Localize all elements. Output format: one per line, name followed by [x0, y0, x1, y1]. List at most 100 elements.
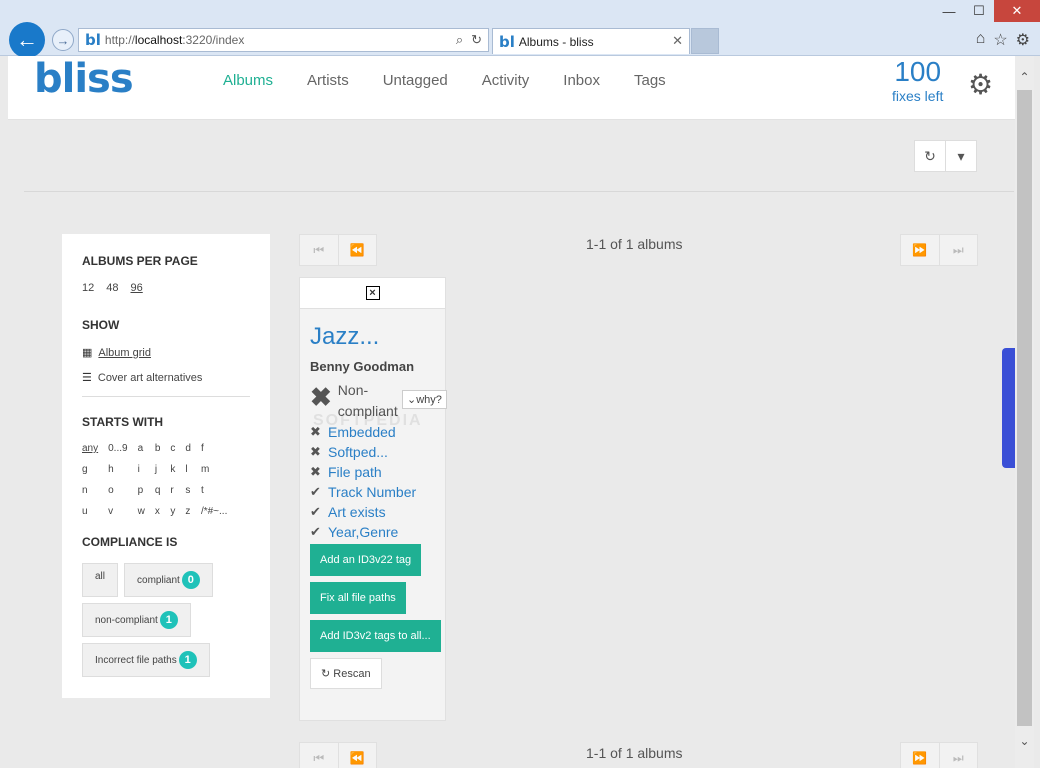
scroll-down-arrow-icon[interactable]: ⌄ — [1015, 734, 1034, 748]
close-tab-icon[interactable]: ✕ — [672, 33, 683, 49]
per-page-96[interactable]: 96 — [131, 282, 143, 294]
letter-g[interactable]: g — [82, 464, 98, 475]
per-page-12[interactable]: 12 — [82, 282, 94, 294]
letter-l[interactable]: l — [185, 464, 191, 475]
letter-y[interactable]: y — [170, 506, 175, 517]
watermark: SOFTPEDIA — [313, 412, 423, 429]
nav-untagged[interactable]: Untagged — [383, 72, 448, 89]
letter-t[interactable]: t — [201, 485, 227, 496]
letter-d[interactable]: d — [185, 443, 191, 454]
per-page-48[interactable]: 48 — [106, 282, 118, 294]
nav-artists[interactable]: Artists — [307, 72, 349, 89]
paths-count-badge: 1 — [178, 651, 197, 669]
album-count-bottom: 1-1 of 1 albums — [586, 745, 683, 761]
settings-gear-icon[interactable]: ⚙ — [968, 68, 993, 101]
next-page-button-bottom[interactable]: ⏩ — [901, 743, 940, 768]
scroll-up-arrow-icon[interactable]: ⌃ — [1015, 70, 1034, 84]
nav-albums[interactable]: Albums — [223, 72, 273, 89]
letter-v[interactable]: v — [108, 506, 127, 517]
pager-bottom-left: ⏮ ⏪ — [299, 742, 377, 768]
letter-s[interactable]: s — [185, 485, 191, 496]
check-softpedia[interactable]: ✖ Softped... — [310, 444, 435, 460]
check-art-exists[interactable]: ✔ Art exists — [310, 504, 435, 520]
check-file-path[interactable]: ✖ File path — [310, 464, 435, 480]
album-title[interactable]: Jazz... — [310, 323, 435, 351]
letter-c[interactable]: c — [170, 443, 175, 454]
why-button[interactable]: ⌄why? — [402, 390, 447, 409]
check-year-genre[interactable]: ✔ Year,Genre — [310, 524, 435, 540]
filter-paths-button[interactable]: Incorrect file paths 1 — [82, 643, 210, 677]
refresh-button[interactable]: ↻ — [915, 141, 946, 171]
letter-a[interactable]: a — [138, 443, 145, 454]
letter-b[interactable]: b — [155, 443, 161, 454]
search-icon[interactable]: ⌕ — [456, 32, 463, 48]
pager-top-left: ⏮ ⏪ — [299, 234, 377, 266]
album-cover[interactable]: × — [300, 278, 445, 309]
last-page-button-bottom[interactable]: ⏭ — [940, 743, 978, 768]
prev-page-button-bottom[interactable]: ⏪ — [339, 743, 377, 768]
logo[interactable]: bliss — [34, 56, 134, 102]
letter-digits[interactable]: 0...9 — [108, 443, 127, 454]
letter-i[interactable]: i — [138, 464, 145, 475]
letter-u[interactable]: u — [82, 506, 98, 517]
maximize-button[interactable]: ☐ — [964, 0, 994, 22]
first-page-button[interactable]: ⏮ — [300, 235, 339, 265]
last-page-button[interactable]: ⏭ — [940, 235, 978, 265]
letter-z[interactable]: z — [185, 506, 191, 517]
refresh-icon[interactable]: ↻ — [471, 32, 482, 48]
pager-top-right: ⏩ ⏭ — [900, 234, 978, 266]
rescan-button[interactable]: ↻ Rescan — [310, 658, 382, 689]
favorites-star-icon[interactable]: ☆ — [993, 30, 1007, 50]
address-bar[interactable]: bl http://localhost:3220/index ⌕ ↻ — [78, 28, 489, 52]
filter-noncompliant-button[interactable]: non-compliant 1 — [82, 603, 191, 637]
add-id3v2-all-button[interactable]: Add ID3v2 tags to all... — [310, 620, 441, 652]
letter-h[interactable]: h — [108, 464, 127, 475]
status-line-1: Non- — [337, 382, 369, 398]
letter-symbols[interactable]: /*#~... — [201, 506, 227, 517]
letter-f[interactable]: f — [201, 443, 227, 454]
close-window-button[interactable]: ✕ — [994, 0, 1040, 22]
letter-q[interactable]: q — [155, 485, 161, 496]
pager-bottom-right: ⏩ ⏭ — [900, 742, 978, 768]
first-page-button-bottom[interactable]: ⏮ — [300, 743, 339, 768]
letter-r[interactable]: r — [170, 485, 175, 496]
browser-settings-icon[interactable]: ⚙ — [1016, 30, 1030, 50]
browser-tab[interactable]: bl Albums - bliss ✕ — [492, 28, 690, 54]
check-track-number[interactable]: ✔ Track Number — [310, 484, 435, 500]
home-icon[interactable]: ⌂ — [976, 30, 986, 50]
nav-activity[interactable]: Activity — [482, 72, 530, 89]
letter-o[interactable]: o — [108, 485, 127, 496]
feedback-tab[interactable] — [1002, 348, 1016, 468]
letter-n[interactable]: n — [82, 485, 98, 496]
letter-any[interactable]: any — [82, 443, 98, 454]
cover-art-option[interactable]: ☰ Cover art alternatives — [82, 371, 250, 385]
prev-page-button[interactable]: ⏪ — [339, 235, 377, 265]
letter-m[interactable]: m — [201, 464, 227, 475]
forward-button[interactable]: → — [52, 29, 74, 51]
scroll-thumb[interactable] — [1017, 90, 1032, 726]
new-tab-button[interactable] — [691, 28, 719, 54]
letter-j[interactable]: j — [155, 464, 161, 475]
fixes-left[interactable]: 100 fixes left — [892, 56, 943, 104]
refresh-dropdown-button[interactable]: ▾ — [946, 141, 976, 171]
filter-compliant-button[interactable]: compliant 0 — [124, 563, 213, 597]
fix-paths-button[interactable]: Fix all file paths — [310, 582, 406, 614]
nav-tags[interactable]: Tags — [634, 72, 666, 89]
next-page-button[interactable]: ⏩ — [901, 235, 940, 265]
compliant-count-badge: 0 — [181, 571, 200, 589]
album-grid-option[interactable]: ▦ Album grid — [82, 346, 250, 360]
back-button[interactable]: ← — [9, 22, 45, 58]
letter-p[interactable]: p — [138, 485, 145, 496]
starts-with-heading: STARTS WITH — [82, 415, 164, 429]
letter-w[interactable]: w — [138, 506, 145, 517]
nav-inbox[interactable]: Inbox — [563, 72, 600, 89]
minimize-button[interactable]: — — [934, 0, 964, 22]
add-id3v22-button[interactable]: Add an ID3v22 tag — [310, 544, 422, 576]
letter-x[interactable]: x — [155, 506, 161, 517]
app-header: bliss Albums Artists Untagged Activity I… — [8, 56, 1015, 120]
filter-all-button[interactable]: all — [82, 563, 119, 597]
letter-k[interactable]: k — [170, 464, 175, 475]
page-scrollbar[interactable]: ⌃ ⌄ — [1015, 56, 1034, 768]
grid-icon: ▦ — [82, 347, 93, 359]
refresh-icon: ↻ — [321, 668, 334, 680]
